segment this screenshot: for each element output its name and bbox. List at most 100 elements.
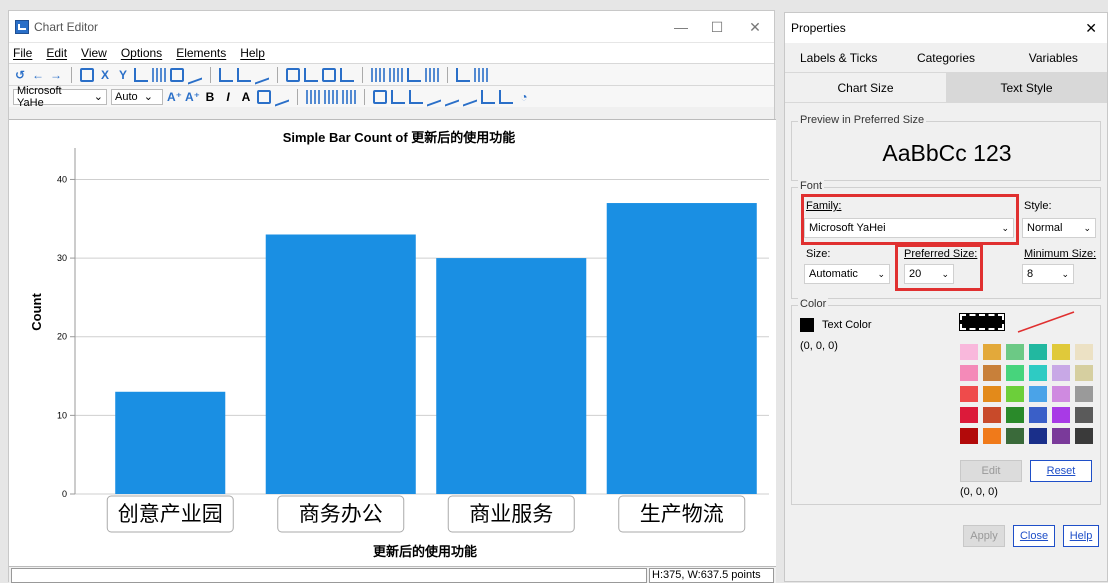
pie-icon[interactable]: ◔ — [517, 90, 531, 104]
y-tick-label[interactable]: 20 — [57, 332, 67, 342]
palette-swatch[interactable] — [960, 428, 978, 444]
y-tick-label[interactable]: 0 — [62, 489, 67, 499]
palette-swatch[interactable] — [983, 365, 1001, 381]
increase-font-icon[interactable]: A⁺ — [167, 90, 182, 104]
back-icon[interactable]: ← — [31, 68, 45, 82]
tab-categories[interactable]: Categories — [892, 43, 1000, 73]
properties-close-icon[interactable]: ✕ — [1085, 20, 1097, 37]
table-icon[interactable] — [373, 89, 387, 104]
x-category-label[interactable]: 商务办公 — [299, 502, 383, 526]
menu-view[interactable]: View — [81, 46, 107, 60]
bar-chart-icon[interactable] — [456, 67, 470, 82]
palette-swatch[interactable] — [1052, 365, 1070, 381]
scale-icon[interactable] — [134, 67, 148, 82]
reset-color-button[interactable]: Reset — [1030, 460, 1092, 482]
menu-elements[interactable]: Elements — [176, 46, 226, 60]
palette-swatch[interactable] — [960, 407, 978, 423]
histogram-icon[interactable] — [499, 89, 513, 104]
palette-swatch[interactable] — [1006, 386, 1024, 402]
palette-swatch[interactable] — [1029, 407, 1047, 423]
palette-swatch[interactable] — [1052, 407, 1070, 423]
palette-swatch[interactable] — [1052, 428, 1070, 444]
y-tick-label[interactable]: 40 — [57, 174, 67, 184]
size-combo[interactable]: Automatic ⌄ — [804, 264, 890, 284]
italic-icon[interactable]: I — [221, 90, 235, 104]
fill-color-icon[interactable] — [257, 89, 271, 104]
scatter-icon[interactable] — [481, 89, 495, 104]
bold-icon[interactable]: B — [203, 90, 217, 104]
decrease-font-icon[interactable]: A⁺ — [185, 90, 200, 104]
x-category-label[interactable]: 创意产业园 — [118, 502, 223, 526]
column-chart-icon[interactable] — [474, 67, 488, 82]
show-data-labels-icon[interactable] — [389, 67, 403, 82]
add-y-reference-icon[interactable] — [237, 67, 251, 82]
edit-color-button[interactable]: Edit — [960, 460, 1022, 482]
palette-swatch[interactable] — [1075, 428, 1093, 444]
tab-labels-ticks[interactable]: Labels & Ticks — [785, 43, 893, 73]
forward-icon[interactable]: → — [49, 68, 63, 82]
palette-swatch[interactable] — [960, 344, 978, 360]
palette-swatch[interactable] — [1006, 407, 1024, 423]
minimum-size-combo[interactable]: 8 ⌄ — [1022, 264, 1074, 284]
add-annotation-icon[interactable] — [304, 67, 318, 82]
palette-swatch[interactable] — [1075, 386, 1093, 402]
undo-icon[interactable]: ↺ — [13, 68, 27, 82]
add-fit-line-icon[interactable] — [255, 64, 269, 85]
style-combo[interactable]: Normal ⌄ — [1022, 218, 1096, 238]
palette-swatch[interactable] — [1075, 365, 1093, 381]
font-size-combo[interactable]: Auto ⌄ — [111, 88, 163, 105]
menu-options[interactable]: Options — [121, 46, 162, 60]
palette-swatch[interactable] — [1052, 344, 1070, 360]
minimize-icon[interactable]: — — [663, 11, 699, 43]
palette-swatch[interactable] — [960, 365, 978, 381]
bar-4[interactable] — [606, 203, 757, 494]
help-button[interactable]: Help — [1063, 525, 1099, 547]
simple-bar-icon[interactable] — [391, 89, 405, 104]
palette-swatch[interactable] — [1029, 386, 1047, 402]
bar-chart[interactable]: Simple Bar Count of 更新后的使用功能 Count 更新后的使… — [9, 120, 776, 567]
lasso-icon[interactable] — [188, 64, 202, 85]
text-color-swatch[interactable] — [800, 318, 814, 332]
align-right-icon[interactable] — [342, 89, 356, 104]
line-chart-icon[interactable] — [427, 86, 441, 107]
menu-edit[interactable]: Edit — [46, 46, 67, 60]
palette-swatch[interactable] — [983, 407, 1001, 423]
show-legend-icon[interactable] — [407, 67, 421, 82]
palette-swatch[interactable] — [960, 386, 978, 402]
tab-text-style[interactable]: Text Style — [946, 73, 1107, 103]
chart-canvas[interactable]: Simple Bar Count of 更新后的使用功能 Count 更新后的使… — [9, 119, 776, 566]
palette-swatch[interactable] — [983, 428, 1001, 444]
menu-file[interactable]: File — [13, 46, 32, 60]
palette-swatch[interactable] — [1006, 365, 1024, 381]
bar-2[interactable] — [265, 234, 416, 495]
drop-line-icon[interactable] — [463, 86, 477, 107]
add-reference-line-icon[interactable] — [219, 67, 233, 82]
maximize-icon[interactable]: ☐ — [699, 11, 735, 43]
palette-swatch[interactable] — [983, 386, 1001, 402]
add-footnote-icon[interactable] — [340, 67, 354, 82]
properties-icon[interactable] — [80, 67, 94, 82]
chart-title[interactable]: Simple Bar Count of 更新后的使用功能 — [283, 130, 516, 145]
palette-swatch[interactable] — [1029, 344, 1047, 360]
y-tick-label[interactable]: 30 — [57, 253, 67, 263]
y-axis-icon[interactable]: Y — [116, 68, 130, 82]
font-family-combo[interactable]: Microsoft YaHe ⌄ — [13, 85, 107, 109]
palette-swatch[interactable] — [1029, 365, 1047, 381]
bar-1[interactable] — [115, 391, 226, 494]
y-tick-label[interactable]: 10 — [57, 410, 67, 420]
tab-chart-size[interactable]: Chart Size — [785, 73, 946, 103]
palette-swatch[interactable] — [1075, 344, 1093, 360]
palette-selected-black[interactable] — [959, 313, 1005, 331]
show-grid-icon[interactable] — [371, 67, 385, 82]
palette-swatch[interactable] — [1029, 428, 1047, 444]
area-chart-icon[interactable] — [445, 86, 459, 107]
menu-help[interactable]: Help — [240, 46, 265, 60]
palette-swatch[interactable] — [1006, 344, 1024, 360]
frame-icon[interactable] — [170, 67, 184, 82]
x-axis-icon[interactable]: X — [98, 68, 112, 82]
select-icon[interactable] — [152, 67, 166, 82]
x-category-label[interactable]: 商业服务 — [469, 502, 553, 526]
line-style-icon[interactable] — [275, 86, 289, 107]
y-axis-label[interactable]: Count — [29, 293, 44, 331]
palette-swatch[interactable] — [1052, 386, 1070, 402]
